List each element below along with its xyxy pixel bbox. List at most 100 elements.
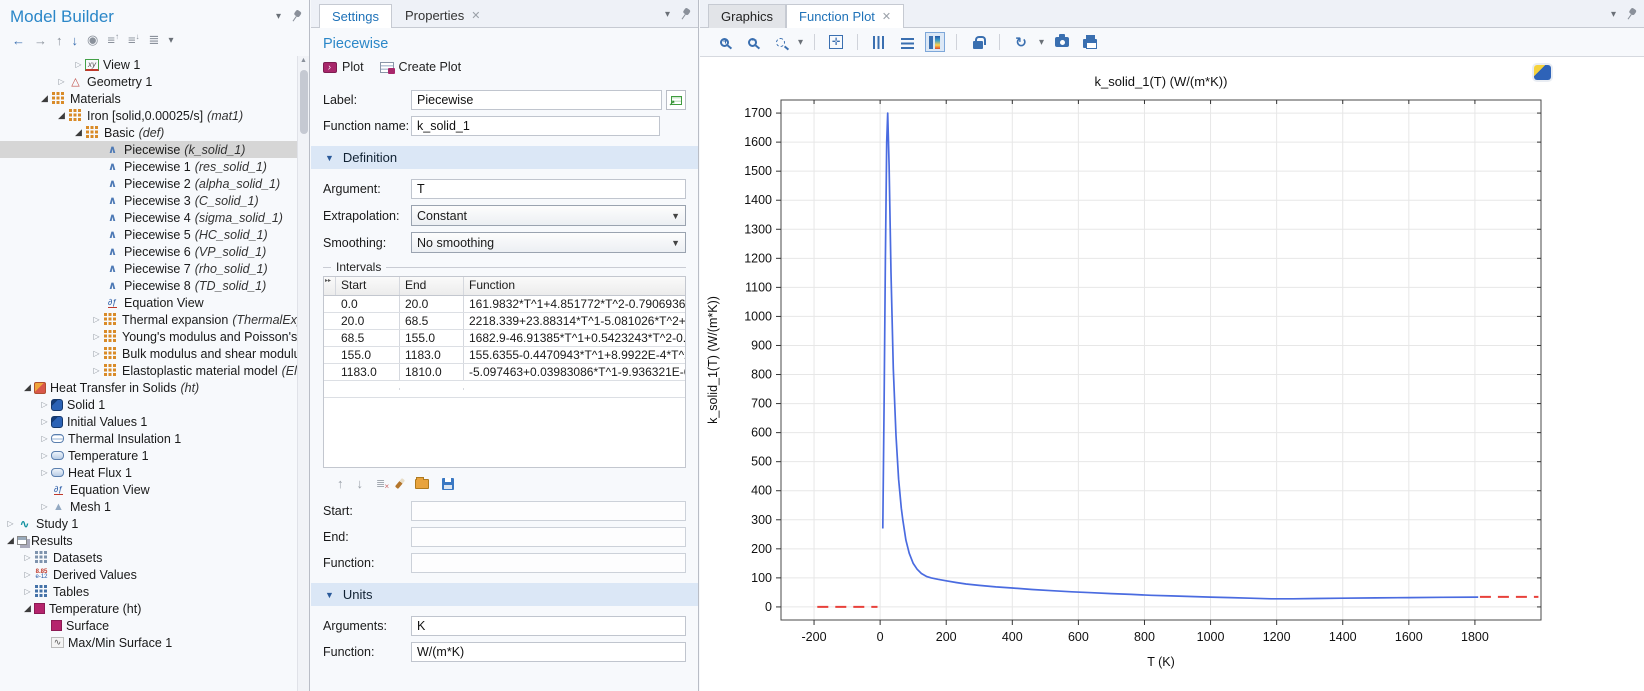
tree-item-mesh-1[interactable]: ▷ ▲ Mesh 1 (0, 498, 297, 515)
collapse-all-icon[interactable]: ≡↑ (107, 32, 119, 47)
tree-item-bulk-modulus-and-shear-modulus[interactable]: ▷ Bulk modulus and shear modulus (0, 345, 297, 362)
expand-arrow-icon[interactable]: ▷ (90, 366, 103, 375)
tree-item-view-1[interactable]: ▷ xy View 1 (0, 56, 297, 73)
scene-refresh-icon[interactable]: ↻ (1011, 32, 1031, 52)
extrapolation-select[interactable]: Constant ▼ (411, 205, 686, 226)
function-name-input[interactable] (411, 116, 660, 136)
cell-start[interactable]: 20.0 (336, 313, 400, 329)
tree-item-temperature-1[interactable]: ▷ Temperature 1 (0, 447, 297, 464)
expand-arrow-icon[interactable]: ▷ (38, 468, 51, 477)
tree-item-piecewise-8[interactable]: ∧ Piecewise 8 (TD_solid_1) (0, 277, 297, 294)
pin-icon[interactable] (1623, 6, 1638, 22)
tree-item-study-1[interactable]: ▷ ∿ Study 1 (0, 515, 297, 532)
forward-icon[interactable]: → (34, 33, 47, 48)
snapshot-icon[interactable] (1052, 32, 1072, 52)
plot-button[interactable]: Plot (323, 60, 364, 74)
zoom-in-icon[interactable]: + (714, 32, 734, 52)
tree-scrollbar[interactable]: ▲ (297, 56, 309, 691)
panel-menu-caret-icon[interactable]: ▾ (1611, 9, 1616, 20)
tree-item-piecewise-1[interactable]: ∧ Piecewise 1 (res_solid_1) (0, 158, 297, 175)
table-corner-icon[interactable]: ▸▸ (324, 277, 336, 295)
cell-end[interactable]: 1183.0 (400, 347, 464, 363)
tree-item-piecewise[interactable]: ∧ Piecewise (k_solid_1) (0, 141, 297, 158)
show-icon[interactable]: ◉ (87, 32, 98, 48)
tab-graphics[interactable]: Graphics (708, 4, 787, 28)
expand-arrow-icon[interactable]: ▷ (38, 400, 51, 409)
lock-axes-icon[interactable] (968, 32, 988, 52)
plot-window-icon[interactable] (1534, 65, 1551, 80)
interval-row-empty[interactable] (324, 381, 685, 398)
cell-start[interactable]: 0.0 (336, 296, 400, 312)
move-up-icon[interactable]: ↑ (56, 33, 63, 48)
zoom-out-icon[interactable]: − (742, 32, 762, 52)
row-down-icon[interactable]: ↓ (357, 476, 364, 491)
interval-row[interactable]: 155.0 1183.0 155.6355-0.4470943*T^1+8.9922… (324, 347, 685, 364)
smoothing-select[interactable]: No smoothing ▼ (411, 232, 686, 253)
tree-item-temperature-ht-[interactable]: ◢ Temperature (ht) (0, 600, 297, 617)
expand-arrow-icon[interactable]: ▷ (21, 570, 34, 579)
tree-item-basic[interactable]: ◢ Basic (def) (0, 124, 297, 141)
cell-empty[interactable] (336, 388, 400, 390)
units-section-header[interactable]: ▼ Units (311, 583, 698, 606)
cell-function[interactable]: -5.097463+0.03983086*T^1-9.936321E-6*T^2 (464, 364, 685, 380)
expand-arrow-icon[interactable]: ▷ (4, 519, 17, 528)
collapse-arrow-icon[interactable]: ◢ (72, 127, 85, 138)
tree-item-derived-values[interactable]: ▷ 8.85 e-12 Derived Values (0, 566, 297, 583)
load-file-icon[interactable] (415, 476, 430, 489)
tab-properties[interactable]: Properties ✕ (392, 3, 493, 27)
intervals-table[interactable]: ▸▸ Start End Function 0.0 20.0 161.9832*T^… (323, 276, 686, 468)
cell-end[interactable]: 1810.0 (400, 364, 464, 380)
back-icon[interactable]: ← (12, 33, 25, 48)
tree-item-max-min-surface-1[interactable]: ∿ Max/Min Surface 1 (0, 634, 297, 651)
color-legend-icon[interactable] (925, 32, 946, 52)
cell-end[interactable]: 20.0 (400, 296, 464, 312)
definition-section-header[interactable]: ▼ Definition (311, 146, 698, 169)
end-input[interactable] (411, 527, 686, 547)
tree-item-piecewise-7[interactable]: ∧ Piecewise 7 (rho_solid_1) (0, 260, 297, 277)
collapse-arrow-icon[interactable]: ◢ (55, 110, 68, 121)
tree-item-tables[interactable]: ▷ Tables (0, 583, 297, 600)
tree-item-iron-solid-0-00025-s-[interactable]: ◢ Iron [solid,0.00025/s] (mat1) (0, 107, 297, 124)
print-icon[interactable] (1080, 32, 1100, 52)
tree-item-results[interactable]: ◢ Results (0, 532, 297, 549)
interval-row[interactable]: 0.0 20.0 161.9832*T^1+4.851772*T^2-0.79069… (324, 296, 685, 313)
tree-item-surface[interactable]: Surface (0, 617, 297, 634)
tree-item-heat-transfer-in-solids[interactable]: ◢ Heat Transfer in Solids (ht) (0, 379, 297, 396)
cell-function[interactable]: 2218.339+23.88314*T^1-5.081026*T^2+0.137… (464, 313, 685, 329)
cell-end[interactable]: 68.5 (400, 313, 464, 329)
expand-arrow-icon[interactable]: ▷ (38, 502, 51, 511)
panel-menu-caret-icon[interactable]: ▾ (665, 9, 670, 20)
tree-item-piecewise-5[interactable]: ∧ Piecewise 5 (HC_solid_1) (0, 226, 297, 243)
tree-item-elastoplastic-material-model[interactable]: ▷ Elastoplastic material model(Elastoplas… (0, 362, 297, 379)
tree-item-heat-flux-1[interactable]: ▷ Heat Flux 1 (0, 464, 297, 481)
collapse-arrow-icon[interactable]: ◢ (21, 603, 34, 614)
cell-empty[interactable] (464, 388, 685, 390)
toolbar-caret-icon[interactable]: ▾ (168, 35, 173, 46)
expand-all-icon[interactable]: ≡↓ (128, 32, 140, 47)
cell-function[interactable]: 161.9832*T^1+4.851772*T^2-0.7906936*T^3+… (464, 296, 685, 312)
expand-arrow-icon[interactable]: ▷ (90, 332, 103, 341)
tree-item-equation-view[interactable]: ∂ƒ Equation View (0, 481, 297, 498)
tree-item-thermal-insulation-1[interactable]: ▷ Thermal Insulation 1 (0, 430, 297, 447)
tree-item-initial-values-1[interactable]: ▷ Initial Values 1 (0, 413, 297, 430)
zoom-extents-icon[interactable]: ✛ (826, 32, 846, 52)
function-input[interactable] (411, 553, 686, 573)
tree-item-piecewise-4[interactable]: ∧ Piecewise 4 (sigma_solid_1) (0, 209, 297, 226)
expand-arrow-icon[interactable]: ▷ (72, 60, 85, 69)
scroll-up-icon[interactable]: ▲ (300, 57, 307, 64)
plot-canvas[interactable]: -200 0 200 400 600 800 1000 1200 1400 1600 1800 0 10… (700, 57, 1644, 691)
collapse-arrow-icon[interactable]: ◢ (4, 535, 17, 546)
tree-item-piecewise-6[interactable]: ∧ Piecewise 6 (VP_solid_1) (0, 243, 297, 260)
tree-item-datasets[interactable]: ▷ Datasets (0, 549, 297, 566)
collapse-arrow-icon[interactable]: ◢ (38, 93, 51, 104)
cell-start[interactable]: 68.5 (336, 330, 400, 346)
cell-start[interactable]: 155.0 (336, 347, 400, 363)
units-function-input[interactable] (411, 642, 686, 662)
close-icon[interactable]: ✕ (471, 9, 480, 22)
expand-arrow-icon[interactable]: ▷ (55, 77, 68, 86)
cell-function[interactable]: 155.6355-0.4470943*T^1+8.9922E-4*T^2-9.8… (464, 347, 685, 363)
expand-arrow-icon[interactable]: ▷ (21, 553, 34, 562)
expand-arrow-icon[interactable]: ▷ (38, 451, 51, 460)
function-plot[interactable]: -200 0 200 400 600 800 1000 1200 1400 1600 1800 0 10… (700, 57, 1644, 691)
panel-menu-caret-icon[interactable]: ▾ (276, 11, 281, 22)
